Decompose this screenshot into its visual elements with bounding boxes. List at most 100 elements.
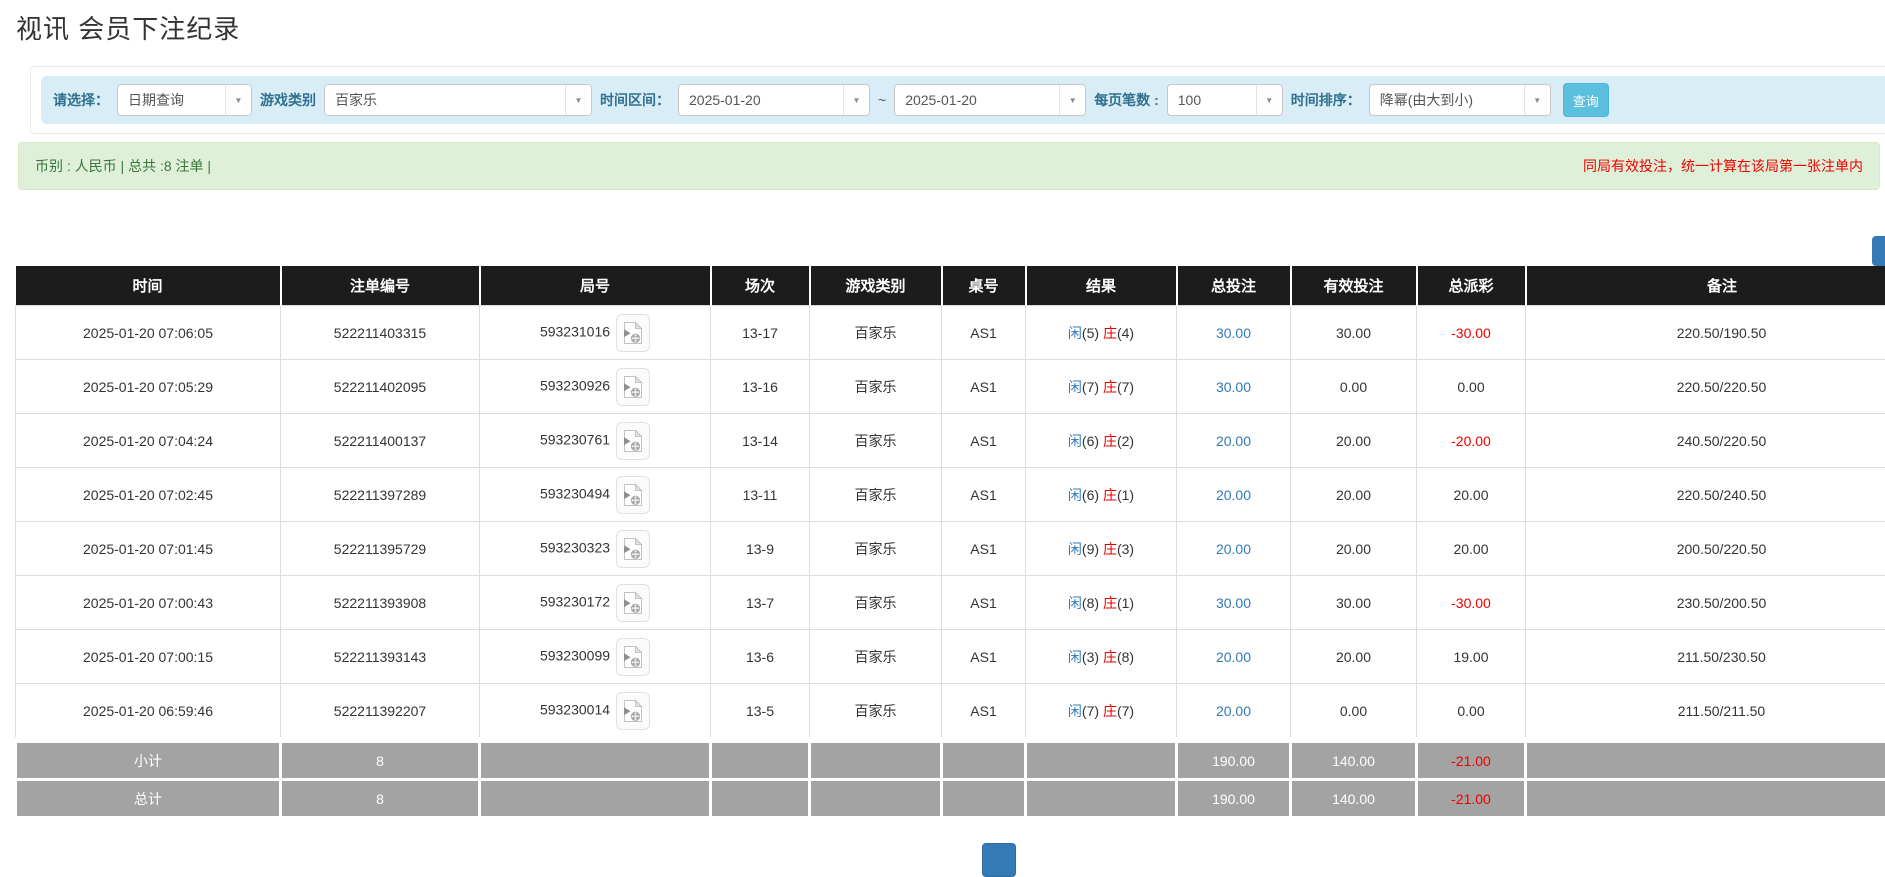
total-row-cell-4 — [711, 780, 810, 818]
total-bet-link[interactable]: 30.00 — [1216, 379, 1251, 395]
video-replay-button[interactable] — [616, 638, 650, 676]
cell-time: 2025-01-20 07:05:29 — [16, 360, 281, 414]
query-type-select[interactable]: 日期查询 ▼ — [117, 84, 252, 116]
cell-table-number: AS1 — [942, 468, 1026, 522]
total-bet-link[interactable]: 30.00 — [1216, 325, 1251, 341]
video-replay-button[interactable] — [616, 476, 650, 514]
result-player-label: 闲 — [1068, 541, 1082, 557]
cell-game-type: 百家乐 — [810, 306, 942, 360]
subtotal-row-cell-8: 190.00 — [1177, 740, 1291, 780]
cell-remark: 211.50/211.50 — [1526, 684, 1885, 741]
chevron-down-icon[interactable]: ▼ — [1059, 85, 1085, 115]
page-title: 视讯 会员下注纪录 — [16, 14, 1885, 44]
date-from-select[interactable]: 2025-01-20 ▼ — [678, 84, 870, 116]
search-button[interactable]: 查询 — [1563, 83, 1609, 117]
result-player-label: 闲 — [1068, 433, 1082, 449]
column-header-8: 总投注 — [1177, 266, 1291, 306]
result-player-score: (8) — [1082, 595, 1099, 611]
cell-game-type: 百家乐 — [810, 360, 942, 414]
cell-result: 闲(3) 庄(8) — [1026, 630, 1177, 684]
cell-total-bet: 30.00 — [1177, 360, 1291, 414]
page-size-select[interactable]: 100 ▼ — [1167, 84, 1283, 116]
pagination-page-button[interactable] — [982, 843, 1016, 877]
total-bet-link[interactable]: 20.00 — [1216, 487, 1251, 503]
result-banker-label: 庄 — [1103, 541, 1117, 557]
chevron-down-icon[interactable]: ▼ — [843, 85, 869, 115]
result-banker-score: (7) — [1117, 379, 1134, 395]
cell-session: 13-9 — [711, 522, 810, 576]
cell-session: 13-6 — [711, 630, 810, 684]
video-file-icon — [623, 645, 643, 669]
video-file-icon — [623, 429, 643, 453]
result-player-label: 闲 — [1068, 703, 1082, 719]
column-header-1: 时间 — [16, 266, 281, 306]
column-header-3: 局号 — [480, 266, 711, 306]
date-to-select[interactable]: 2025-01-20 ▼ — [894, 84, 1086, 116]
cell-payout: -20.00 — [1417, 414, 1526, 468]
table-row: 2025-01-20 07:02:45522211397289593230494… — [16, 468, 1885, 522]
cell-total-bet: 20.00 — [1177, 522, 1291, 576]
round-number-text: 593230761 — [540, 431, 610, 447]
result-player-score: (6) — [1082, 433, 1099, 449]
cell-game-type: 百家乐 — [810, 522, 942, 576]
video-replay-button[interactable] — [616, 314, 650, 352]
cell-result: 闲(6) 庄(1) — [1026, 468, 1177, 522]
subtotal-row-cell-9: 140.00 — [1291, 740, 1417, 780]
cell-remark: 211.50/230.50 — [1526, 630, 1885, 684]
video-file-icon — [623, 537, 643, 561]
video-replay-button[interactable] — [616, 692, 650, 730]
cell-table-number: AS1 — [942, 522, 1026, 576]
cell-remark: 230.50/200.50 — [1526, 576, 1885, 630]
subtotal-row-cell-4 — [711, 740, 810, 780]
video-replay-button[interactable] — [616, 530, 650, 568]
column-header-5: 游戏类别 — [810, 266, 942, 306]
total-bet-link[interactable]: 30.00 — [1216, 595, 1251, 611]
query-type-value: 日期查询 — [118, 85, 225, 115]
cell-game-type: 百家乐 — [810, 684, 942, 741]
cell-time: 2025-01-20 06:59:46 — [16, 684, 281, 741]
video-replay-button[interactable] — [616, 584, 650, 622]
time-sort-select[interactable]: 降幂(由大到小) ▼ — [1369, 84, 1551, 116]
cell-payout: 0.00 — [1417, 684, 1526, 741]
chevron-down-icon[interactable]: ▼ — [225, 85, 251, 115]
cell-payout: 0.00 — [1417, 360, 1526, 414]
column-header-6: 桌号 — [942, 266, 1026, 306]
summary-bar: 币别 : 人民币 | 总共 :8 注单 | 同局有效投注，统一计算在该局第一张注… — [18, 142, 1880, 190]
video-replay-button[interactable] — [616, 422, 650, 460]
subtotal-row-cell-3 — [480, 740, 711, 780]
result-player-label: 闲 — [1068, 595, 1082, 611]
cell-result: 闲(7) 庄(7) — [1026, 360, 1177, 414]
round-number-text: 593230014 — [540, 701, 610, 717]
total-row: 总计8190.00140.00-21.00 — [16, 780, 1885, 818]
result-banker-score: (2) — [1117, 433, 1134, 449]
chevron-down-icon[interactable]: ▼ — [565, 85, 591, 115]
column-header-4: 场次 — [711, 266, 810, 306]
cell-bet-number: 522211393908 — [281, 576, 480, 630]
filter-bar: 请选择： 日期查询 ▼ 游戏类别 百家乐 ▼ 时间区间： 2025-01-20 … — [41, 76, 1885, 124]
total-bet-link[interactable]: 20.00 — [1216, 703, 1251, 719]
total-bet-link[interactable]: 20.00 — [1216, 433, 1251, 449]
cell-table-number: AS1 — [942, 630, 1026, 684]
game-type-select[interactable]: 百家乐 ▼ — [324, 84, 592, 116]
round-number-text: 593230926 — [540, 377, 610, 393]
chevron-down-icon[interactable]: ▼ — [1524, 85, 1550, 115]
column-header-2: 注单编号 — [281, 266, 480, 306]
total-bet-link[interactable]: 20.00 — [1216, 649, 1251, 665]
cell-bet-number: 522211397289 — [281, 468, 480, 522]
page-size-value: 100 — [1168, 85, 1256, 115]
table-header-row: 时间注单编号局号场次游戏类别桌号结果总投注有效投注总派彩备注 — [16, 266, 1885, 306]
chevron-down-icon[interactable]: ▼ — [1256, 85, 1282, 115]
cut-off-button-right[interactable] — [1872, 236, 1885, 266]
cell-table-number: AS1 — [942, 576, 1026, 630]
date-from-value: 2025-01-20 — [679, 85, 843, 115]
result-banker-score: (3) — [1117, 541, 1134, 557]
total-bet-link[interactable]: 20.00 — [1216, 541, 1251, 557]
result-banker-score: (1) — [1117, 487, 1134, 503]
page-size-label: 每页笔数 : — [1094, 90, 1159, 110]
game-type-label: 游戏类别 — [260, 90, 316, 110]
cell-total-bet: 30.00 — [1177, 306, 1291, 360]
video-replay-button[interactable] — [616, 368, 650, 406]
time-sort-value: 降幂(由大到小) — [1370, 85, 1524, 115]
currency-summary-text: 币别 : 人民币 | 总共 :8 注单 | — [35, 156, 211, 176]
cell-remark: 200.50/220.50 — [1526, 522, 1885, 576]
